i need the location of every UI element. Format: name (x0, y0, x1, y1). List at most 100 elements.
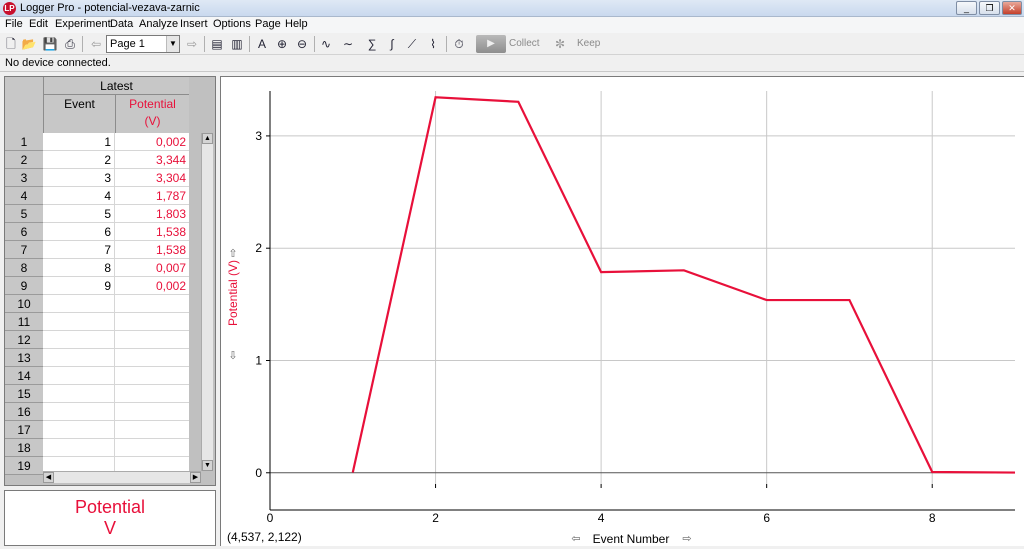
column-header-event[interactable]: Event (43, 95, 115, 133)
table-row[interactable]: 17 (5, 421, 201, 439)
event-cell[interactable]: 4 (43, 187, 115, 205)
event-cell[interactable] (43, 421, 115, 439)
event-cell[interactable]: 1 (43, 133, 115, 151)
row-number-cell[interactable]: 14 (5, 367, 43, 385)
event-cell[interactable] (43, 295, 115, 313)
scroll-right-icon[interactable]: ▶ (190, 472, 201, 483)
table-row[interactable]: 18 (5, 439, 201, 457)
table-row[interactable]: 14 (5, 367, 201, 385)
potential-cell[interactable] (115, 295, 189, 313)
scroll-down-icon[interactable]: ▼ (202, 460, 213, 471)
tangent-icon[interactable]: ∼ (340, 36, 356, 52)
curve-fit-icon[interactable]: ⌇ (425, 36, 441, 52)
event-cell[interactable] (43, 385, 115, 403)
table-row[interactable]: 6 6 1,538 (5, 223, 201, 241)
event-cell[interactable] (43, 313, 115, 331)
event-cell[interactable]: 2 (43, 151, 115, 169)
column-header-potential[interactable]: Potential (V) (115, 95, 189, 133)
keep-icon[interactable]: ✼ (552, 36, 568, 52)
row-number-cell[interactable]: 9 (5, 277, 43, 295)
table-row[interactable]: 1 1 0,002 (5, 133, 201, 151)
potential-cell[interactable] (115, 331, 189, 349)
event-cell[interactable]: 6 (43, 223, 115, 241)
table-row[interactable]: 7 7 1,538 (5, 241, 201, 259)
row-number-cell[interactable]: 3 (5, 169, 43, 187)
potential-cell[interactable]: 1,803 (115, 205, 189, 223)
row-number-cell[interactable]: 7 (5, 241, 43, 259)
data-browser-icon[interactable]: ▥ (229, 36, 245, 52)
event-cell[interactable]: 9 (43, 277, 115, 295)
collect-label[interactable]: Collect (509, 38, 540, 49)
table-row[interactable]: 9 9 0,002 (5, 277, 201, 295)
menu-page[interactable]: Page (255, 18, 281, 30)
row-number-cell[interactable]: 4 (5, 187, 43, 205)
event-cell[interactable]: 7 (43, 241, 115, 259)
potential-cell[interactable] (115, 403, 189, 421)
row-number-cell[interactable]: 5 (5, 205, 43, 223)
potential-cell[interactable]: 1,538 (115, 223, 189, 241)
row-number-cell[interactable]: 18 (5, 439, 43, 457)
menu-edit[interactable]: Edit (29, 18, 48, 30)
event-cell[interactable] (43, 331, 115, 349)
menu-file[interactable]: File (5, 18, 23, 30)
zoom-in-icon[interactable]: ⊕ (274, 36, 290, 52)
table-row[interactable]: 12 (5, 331, 201, 349)
table-row[interactable]: 10 (5, 295, 201, 313)
save-icon[interactable]: 💾 (42, 36, 58, 52)
menu-insert[interactable]: Insert (180, 18, 208, 30)
horizontal-scrollbar[interactable]: ◀ ▶ (43, 471, 201, 483)
row-number-cell[interactable]: 11 (5, 313, 43, 331)
row-number-cell[interactable]: 10 (5, 295, 43, 313)
new-file-icon[interactable]: 🗋 (3, 36, 19, 52)
next-page-icon[interactable]: ⇨ (184, 36, 200, 52)
row-number-cell[interactable]: 6 (5, 223, 43, 241)
potential-cell[interactable]: 3,344 (115, 151, 189, 169)
table-row[interactable]: 15 (5, 385, 201, 403)
potential-cell[interactable] (115, 313, 189, 331)
statistics-icon[interactable]: ∑ (364, 36, 380, 52)
row-number-cell[interactable]: 12 (5, 331, 43, 349)
event-cell[interactable]: 8 (43, 259, 115, 277)
table-row[interactable]: 13 (5, 349, 201, 367)
event-cell[interactable] (43, 349, 115, 367)
table-row[interactable]: 8 8 0,007 (5, 259, 201, 277)
potential-cell[interactable] (115, 349, 189, 367)
row-number-cell[interactable]: 19 (5, 457, 43, 475)
row-number-cell[interactable]: 1 (5, 133, 43, 151)
table-row[interactable]: 3 3 3,304 (5, 169, 201, 187)
scroll-up-icon[interactable]: ▲ (202, 133, 213, 144)
menu-help[interactable]: Help (285, 18, 308, 30)
potential-cell[interactable] (115, 421, 189, 439)
autoscale-icon[interactable]: A (254, 36, 270, 52)
event-cell[interactable] (43, 403, 115, 421)
data-collection-icon[interactable]: ⏱ (451, 36, 467, 52)
potential-cell[interactable]: 3,304 (115, 169, 189, 187)
keep-label[interactable]: Keep (577, 38, 600, 49)
row-number-cell[interactable]: 17 (5, 421, 43, 439)
menu-analyze[interactable]: Analyze (139, 18, 178, 30)
potential-cell[interactable] (115, 385, 189, 403)
potential-cell[interactable] (115, 367, 189, 385)
table-row[interactable]: 16 (5, 403, 201, 421)
print-icon[interactable]: ⎙ (62, 36, 78, 52)
event-cell[interactable] (43, 439, 115, 457)
page-select[interactable]: Page 1 ▼ (106, 35, 180, 53)
table-view-icon[interactable]: ▤ (209, 36, 225, 52)
potential-cell[interactable]: 0,002 (115, 277, 189, 295)
restore-icon[interactable]: ❐ (979, 1, 1000, 15)
line-graph[interactable]: 0 2 4 6 8 0 1 2 3 Event Number ⇦ ⇨ Potential (V)⇧ ⇩ (221, 77, 1024, 547)
potential-cell[interactable] (115, 439, 189, 457)
row-number-cell[interactable]: 2 (5, 151, 43, 169)
open-folder-icon[interactable]: 📂 (21, 36, 37, 52)
collect-button-icon[interactable]: ▶ (476, 35, 506, 53)
graph-pane[interactable]: 0 2 4 6 8 0 1 2 3 Event Number ⇦ ⇨ Potential (V) ⇧ ⇩ (… (220, 76, 1024, 546)
potential-cell[interactable]: 0,007 (115, 259, 189, 277)
menu-options[interactable]: Options (213, 18, 251, 30)
scroll-left-icon[interactable]: ◀ (43, 472, 54, 483)
data-set-header[interactable]: Latest (43, 77, 189, 95)
table-row[interactable]: 4 4 1,787 (5, 187, 201, 205)
zoom-out-icon[interactable]: ⊖ (294, 36, 310, 52)
row-number-cell[interactable]: 13 (5, 349, 43, 367)
event-cell[interactable] (43, 367, 115, 385)
table-row[interactable]: 11 (5, 313, 201, 331)
